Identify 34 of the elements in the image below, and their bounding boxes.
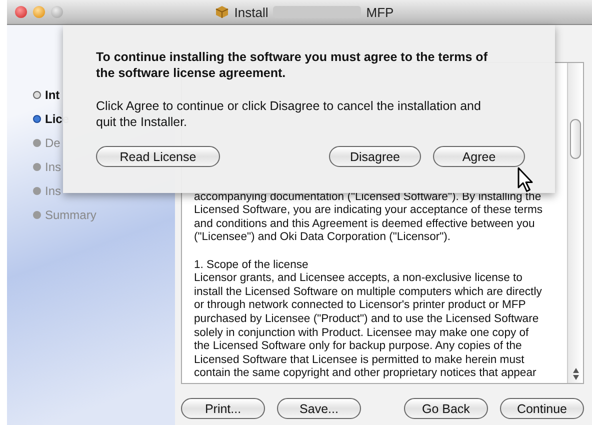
push-button[interactable]: Agree — [433, 146, 525, 167]
read-license-button[interactable]: Read License — [96, 146, 220, 167]
license-text-line: solely in conjunction with Product. Licensee may make one copy of — [194, 326, 530, 340]
license-text-line: Licensed Software, you are indicating your acceptance of these terms — [194, 204, 544, 218]
push-button[interactable]: Disagree — [329, 146, 421, 167]
step-label: De — [45, 136, 60, 150]
push-button[interactable]: Print... — [181, 398, 265, 419]
alert-message: Click Agree to continue or click Disagree to cancel the installation and quit the Installer. — [96, 98, 482, 130]
license-text-line: or through network connected to Licensor's printer product or MFP — [194, 299, 527, 314]
alert-heading: To continue installing the software you must agree to the terms of the software license agreement. — [96, 49, 488, 81]
step-label: Summary — [45, 208, 96, 222]
license-text-line: Licensor grants, and Licensee accepts, a non-exclusive license to — [194, 272, 524, 286]
step-label: Ins — [45, 160, 62, 174]
license-text-line: Licensed Software that Licensee is permitted to make herein must — [194, 354, 526, 368]
push-button[interactable]: Save... — [277, 398, 361, 419]
scroll-bar[interactable] — [567, 63, 583, 383]
license-text-line: 1. Scope of the license — [194, 258, 310, 272]
step-label: Int — [45, 88, 60, 102]
step-label: Ins — [45, 184, 62, 198]
license-text-line: install the Licensed Software on multiple computers which are directly — [194, 286, 543, 300]
package-icon — [215, 5, 230, 19]
license-text-line: purchased by Licensee ("Product") and to use the Licensed Software — [194, 313, 540, 327]
push-button[interactable]: Go Back — [404, 398, 488, 419]
license-text-line: the Licensed Software only for backup purpose. Any copies of the — [194, 340, 523, 354]
window-title: Install — [234, 4, 268, 20]
zoom-button[interactable] — [51, 6, 63, 18]
license-text-line: accompanying documentation ("Licensed Software"). By installing the — [194, 190, 542, 204]
minimize-button[interactable] — [33, 6, 45, 18]
push-button[interactable]: Continue — [500, 398, 584, 419]
license-text-line: contain the same copyright and other proprietary notices that appear — [194, 367, 538, 381]
license-text-line: and conditions and this Agreement is deemed effective between you — [194, 218, 536, 232]
window-title: MFP — [366, 4, 394, 20]
license-text-line: ("Licensee") and Oki Data Corporation ("Licensor"). — [194, 231, 452, 246]
close-button[interactable] — [15, 6, 27, 18]
